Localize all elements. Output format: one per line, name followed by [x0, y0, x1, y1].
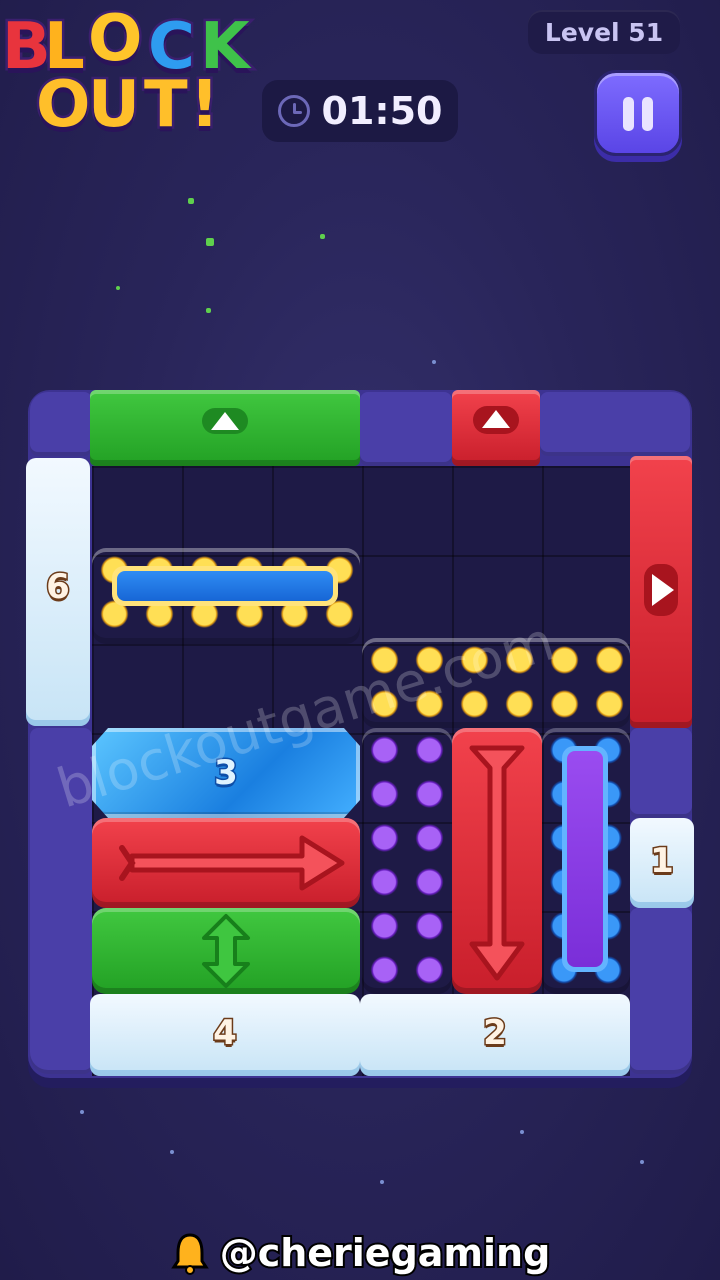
- sparkle: [320, 234, 325, 239]
- counter-value: 1: [649, 840, 676, 883]
- arrow-right-icon: [652, 574, 674, 606]
- blue-block[interactable]: [542, 728, 630, 994]
- pause-icon: [623, 97, 634, 131]
- arrow-right-icon: [119, 835, 345, 891]
- pause-button[interactable]: [594, 70, 682, 156]
- frame-segment: [630, 728, 692, 818]
- ice-counter-bottom-left: 4: [90, 994, 360, 1076]
- logo-letter: U: [86, 66, 143, 145]
- arrow-up-icon: [482, 410, 510, 428]
- star: [380, 1180, 384, 1184]
- frame-segment: [540, 392, 690, 456]
- timer-value: 01:50: [321, 89, 443, 133]
- green-exit-gate: [90, 390, 360, 466]
- ice-counter-right: 1: [630, 818, 694, 908]
- purple-block[interactable]: [362, 728, 452, 994]
- logo-letter: O: [33, 66, 92, 145]
- frame-segment: [630, 908, 692, 1074]
- handle-text: @cheriegaming: [218, 1229, 553, 1277]
- sparkle: [206, 238, 214, 246]
- blue-core: [117, 571, 333, 601]
- red-exit-gate: [452, 390, 540, 466]
- clock-icon: [277, 95, 310, 127]
- star: [640, 1160, 644, 1164]
- sparkle: [116, 286, 120, 290]
- arrow-up-icon: [211, 412, 239, 430]
- ice-counter-bottom-right: 2: [360, 994, 630, 1076]
- counter-value: 2: [482, 1012, 509, 1055]
- star: [432, 360, 436, 364]
- star: [170, 1150, 174, 1154]
- counter-value: 4: [212, 1012, 239, 1055]
- frame-segment: [360, 392, 452, 466]
- star: [520, 1130, 524, 1134]
- red-block[interactable]: [92, 818, 360, 908]
- game-logo: B L O C K O U T !: [0, 0, 270, 160]
- level-indicator: Level 51: [528, 10, 680, 54]
- sparkle: [188, 198, 194, 204]
- logo-letter: T: [142, 66, 191, 145]
- logo-letter: O: [85, 0, 144, 79]
- sparkle: [206, 308, 211, 313]
- green-block[interactable]: [92, 908, 360, 994]
- purple-core: [567, 751, 603, 967]
- counter-value: 6: [45, 566, 72, 609]
- creator-handle: @cheriegaming: [0, 1228, 720, 1278]
- red-exit-gate-right: [630, 456, 692, 728]
- frame-segment: [30, 392, 92, 456]
- red-block-vertical[interactable]: [452, 728, 542, 994]
- bell-icon: [170, 1231, 210, 1275]
- timer: 01:50: [262, 80, 458, 142]
- arrow-up-down-icon: [202, 914, 250, 988]
- ice-counter-left: 6: [26, 458, 90, 726]
- arrow-up-down-icon: [469, 745, 525, 981]
- logo-letter: !: [187, 66, 221, 145]
- star: [80, 1110, 84, 1114]
- yellow-block[interactable]: [92, 548, 360, 644]
